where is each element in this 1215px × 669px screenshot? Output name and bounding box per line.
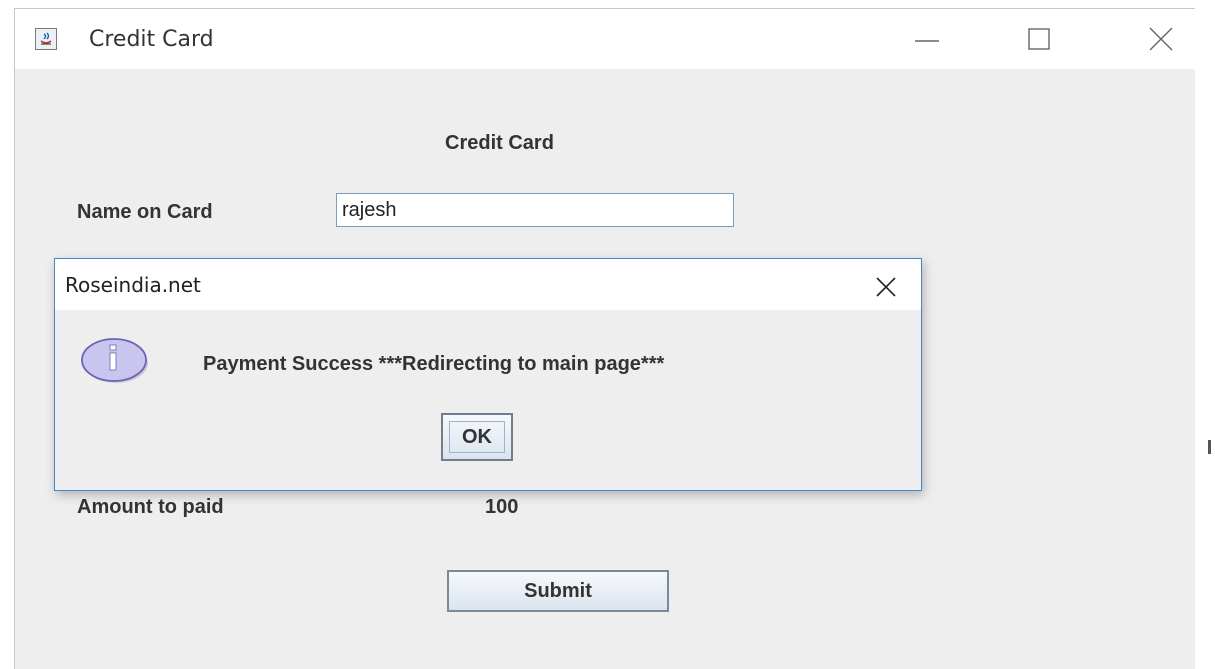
close-button[interactable]	[1133, 19, 1189, 59]
submit-button[interactable]: Submit	[447, 570, 669, 612]
message-dialog: Roseindia.net Payment Success ***Redirec…	[54, 258, 922, 491]
window-titlebar[interactable]: Credit Card	[15, 9, 1195, 69]
close-icon	[1149, 27, 1173, 51]
amount-label: Amount to paid	[77, 496, 224, 518]
amount-value: 100	[485, 496, 519, 518]
info-icon	[79, 333, 151, 392]
ok-button-label: OK	[462, 425, 492, 448]
minimize-button[interactable]	[899, 19, 955, 59]
name-on-card-input[interactable]	[336, 193, 734, 227]
name-on-card-label: Name on Card	[77, 201, 213, 223]
background-window-edge	[0, 0, 1215, 8]
dialog-close-button[interactable]	[861, 267, 909, 305]
maximize-icon	[1028, 28, 1050, 50]
maximize-button[interactable]	[1011, 19, 1067, 59]
dialog-titlebar[interactable]: Roseindia.net	[55, 259, 921, 310]
ok-button[interactable]: OK	[441, 413, 513, 461]
minimize-icon	[915, 40, 939, 42]
close-icon	[876, 277, 896, 297]
dialog-title: Roseindia.net	[65, 273, 201, 297]
background-window-edge-mark	[1208, 440, 1211, 454]
form-heading: Credit Card	[445, 132, 554, 154]
window-title: Credit Card	[89, 27, 214, 52]
dialog-message: Payment Success ***Redirecting to main p…	[203, 353, 665, 375]
java-cup-icon	[35, 28, 57, 50]
